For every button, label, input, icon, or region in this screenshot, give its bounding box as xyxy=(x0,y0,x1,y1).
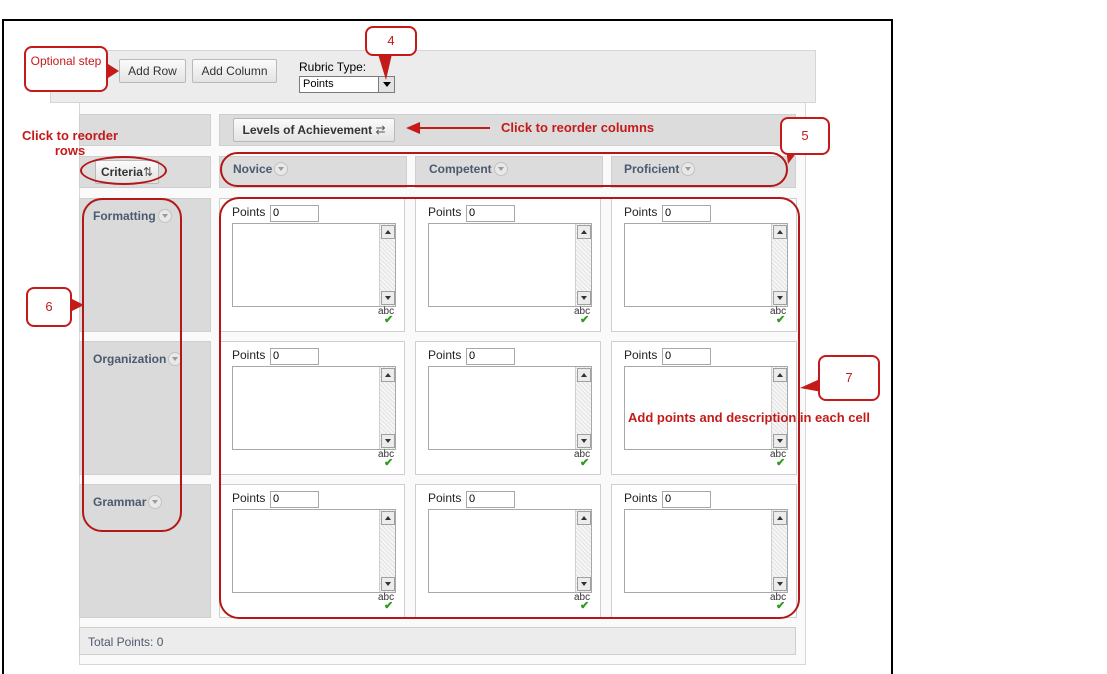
total-points: Total Points: 0 xyxy=(88,635,164,649)
chevron-down-icon[interactable] xyxy=(378,77,394,92)
rubric-type-select[interactable]: Points xyxy=(299,76,395,93)
callout-6: 6 xyxy=(26,287,72,327)
levels-of-achievement-label: Levels of Achievement xyxy=(242,123,373,137)
callout-5: 5 xyxy=(780,117,830,155)
add-column-button[interactable]: Add Column xyxy=(192,59,277,83)
reorder-rows-note: Click to reorder rows xyxy=(21,128,119,158)
callout-4-number: 4 xyxy=(387,33,395,48)
callout-4: 4 xyxy=(365,26,417,56)
cells-highlight-ring xyxy=(219,197,800,619)
criteria-highlight-ring xyxy=(80,156,167,185)
criteria-column-ring xyxy=(82,198,182,532)
callout-optional-step: Optional step xyxy=(24,46,108,92)
callout-7-number: 7 xyxy=(845,370,853,385)
rubric-type-label: Rubric Type: xyxy=(299,60,367,74)
add-points-note: Add points and description in each cell xyxy=(628,410,870,425)
callout-6-number: 6 xyxy=(45,299,53,314)
reorder-columns-note: Click to reorder columns xyxy=(501,120,655,135)
levels-highlight-ring xyxy=(220,152,788,187)
optional-step-text: Optional step xyxy=(30,54,102,68)
callout-5-number: 5 xyxy=(801,128,809,143)
reorder-columns-icon: ⇄ xyxy=(375,123,386,137)
callout-7: 7 xyxy=(818,355,880,401)
add-row-button[interactable]: Add Row xyxy=(119,59,186,83)
levels-of-achievement-button[interactable]: Levels of Achievement ⇄ xyxy=(233,118,395,142)
total-points-bar: Total Points: 0 xyxy=(79,627,796,655)
rubric-type-value: Points xyxy=(303,78,334,90)
